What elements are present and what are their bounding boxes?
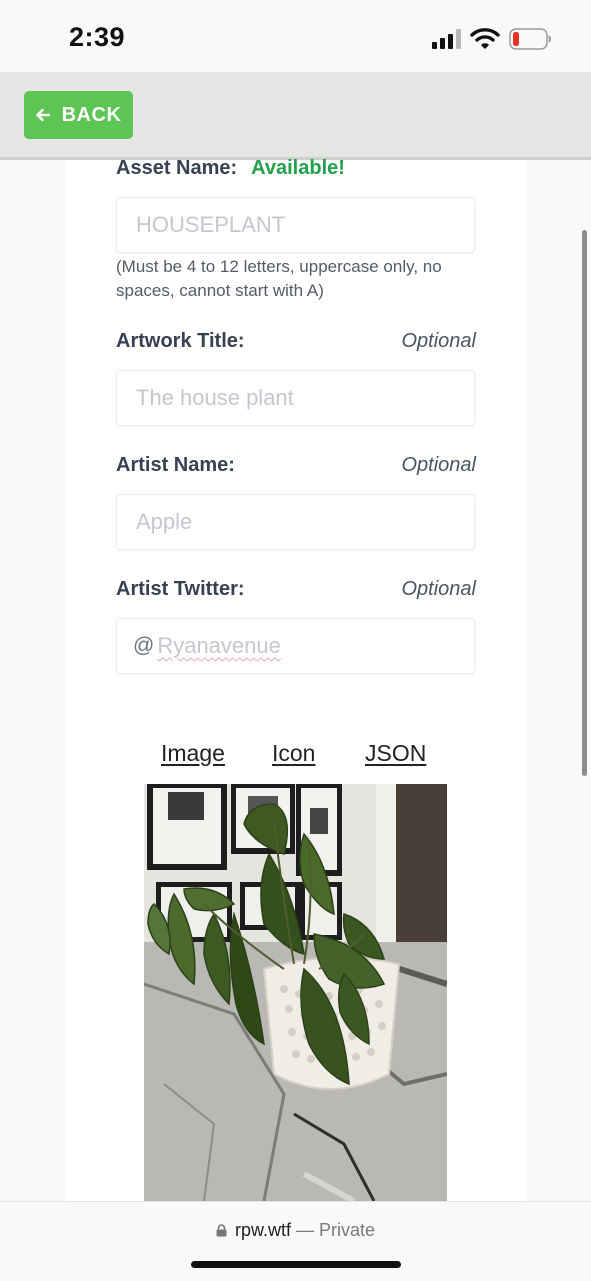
artist-twitter-optional: Optional [401,577,477,600]
artist-name-value: Apple [136,509,193,534]
asset-name-label: Asset Name: [116,156,238,179]
artwork-image [144,784,447,1201]
artist-twitter-label: Artist Twitter: [116,577,245,600]
cellular-signal-icon [432,29,461,49]
status-time: 2:39 [69,22,126,52]
json-link[interactable]: JSON [365,740,426,767]
asset-name-hint: (Must be 4 to 12 letters, uppercase only… [116,257,442,300]
lock-icon [216,1224,227,1237]
artwork-title-value: The house plant [136,385,294,410]
asset-name-label-row: Asset Name: Available! [116,154,476,182]
wifi-icon [470,28,500,49]
preview-links: Image Icon JSON [161,740,441,770]
asset-name-input[interactable]: HOUSEPLANT [116,197,475,253]
artist-twitter-input[interactable]: @ Ryanavenue [116,618,475,674]
status-bar: 2:39 [0,0,591,72]
houseplant-photo [144,784,447,1201]
top-header: BACK [0,72,591,160]
at-sign-prefix: @ [133,634,155,657]
image-link[interactable]: Image [161,740,225,767]
artwork-title-label: Artwork Title: [116,329,245,352]
artist-twitter-value: Ryanavenue [157,633,281,658]
artist-name-input[interactable]: Apple [116,494,475,550]
artwork-title-input[interactable]: The house plant [116,370,475,426]
artist-name-label-row: Artist Name: Optional [116,451,476,479]
asset-name-status: Available! [251,156,345,179]
scrollbar-thumb[interactable] [582,230,587,776]
home-indicator[interactable] [191,1261,401,1268]
asset-name-value: HOUSEPLANT [136,212,286,237]
battery-low-icon [509,28,551,50]
browser-url-bar[interactable]: rpw.wtf — Private [0,1201,591,1281]
url-row: rpw.wtf — Private [0,1220,591,1241]
artist-name-label: Artist Name: [116,453,235,476]
artwork-title-optional: Optional [401,329,477,352]
artwork-title-label-row: Artwork Title: Optional [116,327,476,355]
back-label: BACK [61,103,122,126]
artist-twitter-label-row: Artist Twitter: Optional [116,575,476,603]
url-private-label: — Private [296,1220,376,1240]
artist-name-optional: Optional [401,453,477,476]
url-domain: rpw.wtf [234,1220,291,1240]
icon-link[interactable]: Icon [272,740,315,767]
back-button[interactable]: BACK [24,91,133,139]
arrow-left-icon [35,108,50,122]
